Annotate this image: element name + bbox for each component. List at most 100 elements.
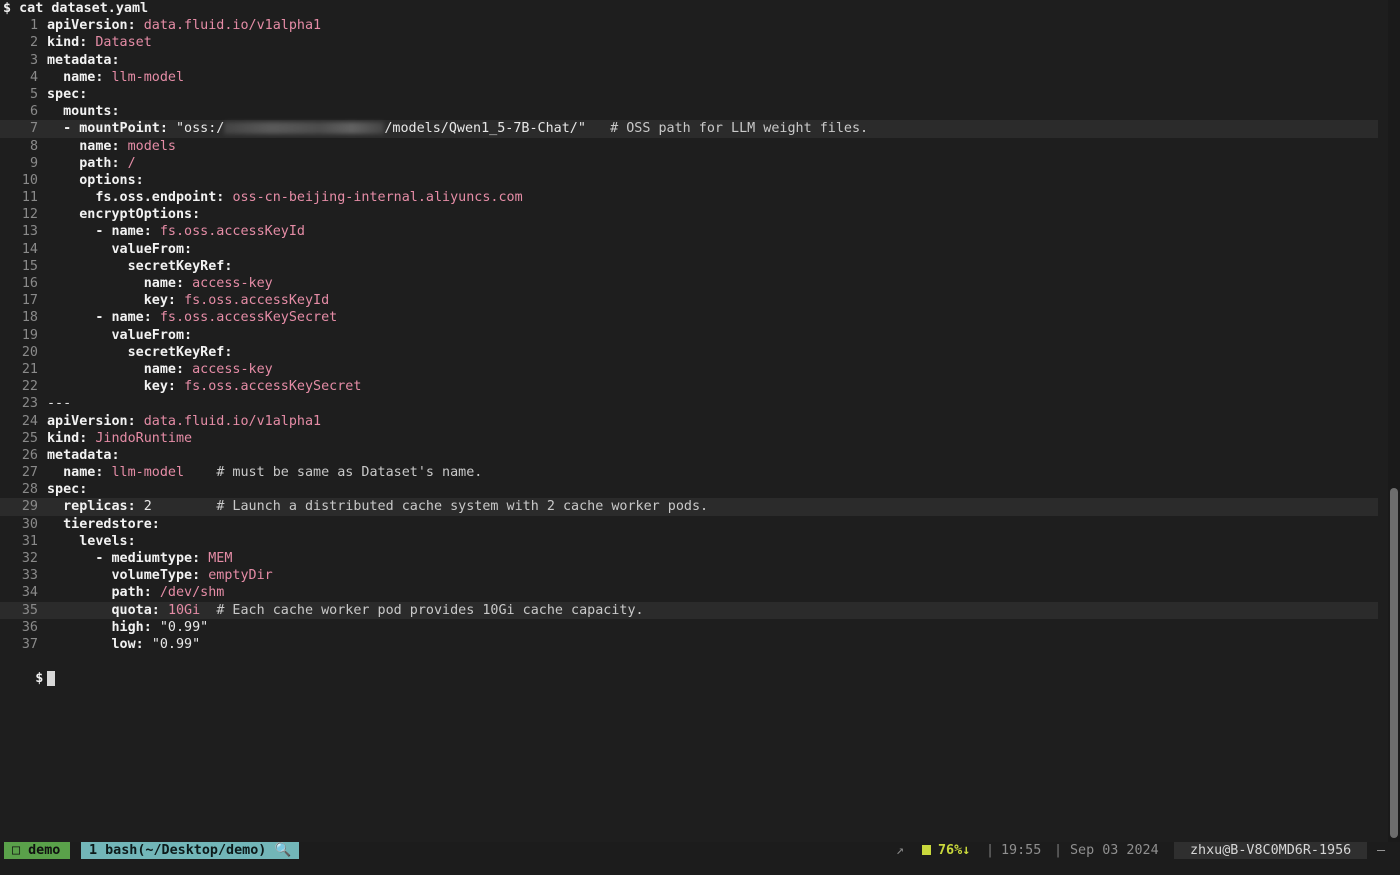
session-name[interactable]: □ demo <box>4 842 71 859</box>
yaml-key: encryptOptions: <box>79 207 201 223</box>
battery-icon <box>922 845 931 855</box>
yaml-key: name: <box>79 138 120 154</box>
line-number: 3 <box>29 52 38 68</box>
code-line: 10 options: <box>0 172 1388 189</box>
yaml-key: key: <box>143 379 176 395</box>
code-line: 31 levels: <box>0 533 1388 550</box>
yaml-key: apiVersion: <box>47 413 136 429</box>
code-line: 4 name: llm-model <box>0 69 1388 86</box>
yaml-token <box>47 173 79 188</box>
yaml-token <box>120 139 128 154</box>
yaml-token <box>136 18 144 33</box>
yaml-token: "0.99" <box>151 636 201 652</box>
window-tab[interactable]: 1 bash(~/Desktop/demo) 🔍 <box>81 842 300 859</box>
yaml-token <box>184 276 192 291</box>
yaml-token <box>47 568 112 583</box>
yaml-token <box>144 637 152 652</box>
code-line: 26 metadata: <box>0 447 1388 464</box>
line-number: 26 <box>21 447 38 463</box>
yaml-token <box>47 499 63 514</box>
line-number: 1 <box>29 18 38 34</box>
yaml-token <box>47 310 95 325</box>
line-number: 8 <box>29 138 38 154</box>
code-line: 32 - mediumtype: MEM <box>0 550 1388 567</box>
code-line: 37 low: "0.99" <box>0 636 1388 653</box>
arrow-icon: ↗ <box>896 843 905 858</box>
yaml-token: fs.oss.accessKeySecret <box>159 310 338 326</box>
line-number: 37 <box>21 636 38 652</box>
yaml-token <box>47 70 63 85</box>
code-line: 27 name: llm-model # must be same as Dat… <box>0 464 1388 481</box>
code-line: 1 apiVersion: data.fluid.io/v1alpha1 <box>0 17 1388 34</box>
yaml-token: "0.99" <box>159 619 209 635</box>
code-line: 5 spec: <box>0 86 1388 103</box>
yaml-key: fs.oss.endpoint: <box>95 190 225 206</box>
yaml-key: low: <box>111 636 144 652</box>
code-line: 20 secretKeyRef: <box>0 344 1388 361</box>
yaml-token <box>168 121 176 136</box>
shell-prompt[interactable]: $ <box>0 653 1388 686</box>
code-line: 22 key: fs.oss.accessKeySecret <box>0 378 1388 395</box>
terminal-window[interactable]: $ cat dataset.yaml 1 apiVersion: data.flu… <box>0 0 1388 842</box>
code-line: 3 metadata: <box>0 52 1388 69</box>
yaml-token <box>47 637 112 652</box>
yaml-key: quota: <box>111 602 160 618</box>
yaml-token: access-key <box>192 276 273 291</box>
line-number: 12 <box>21 207 38 223</box>
line-number: 13 <box>21 224 38 240</box>
scrollbar-thumb[interactable] <box>1390 488 1398 838</box>
line-number: 10 <box>21 172 38 188</box>
code-line: 21 name: access-key <box>0 361 1388 378</box>
scrollbar[interactable] <box>1388 0 1400 842</box>
yaml-token <box>152 310 160 325</box>
yaml-comment: # Launch a distributed cache system with… <box>216 499 709 515</box>
yaml-token <box>47 517 63 532</box>
yaml-token <box>47 328 112 343</box>
yaml-token <box>120 156 128 171</box>
yaml-token: MEM <box>208 551 233 566</box>
code-line: 6 mounts: <box>0 103 1388 120</box>
line-number: 33 <box>21 568 38 584</box>
line-number: 24 <box>21 413 38 429</box>
battery-level: 76%↓ <box>938 843 971 858</box>
text-cursor <box>47 670 56 686</box>
line-number: 16 <box>21 276 38 291</box>
yaml-token: oss-cn-beijing-internal.aliyuncs.com <box>232 190 523 206</box>
line-number: 7 <box>29 121 38 137</box>
yaml-token: JindoRuntime <box>95 430 193 446</box>
yaml-token <box>47 293 144 308</box>
yaml-token <box>47 224 95 239</box>
yaml-token <box>47 345 128 360</box>
line-number: 15 <box>21 258 38 274</box>
line-number: 17 <box>21 293 38 309</box>
yaml-token: data.fluid.io/v1alpha1 <box>143 18 322 34</box>
yaml-key: key: <box>143 293 176 309</box>
yaml-token <box>47 207 79 222</box>
line-number: 4 <box>29 69 38 85</box>
yaml-token: models <box>127 138 176 154</box>
yaml-token: llm-model <box>111 465 185 481</box>
yaml-key: options: <box>79 172 144 188</box>
yaml-key: - name: <box>95 224 152 240</box>
yaml-key: metadata: <box>47 447 120 463</box>
yaml-token <box>47 242 112 257</box>
yaml-key: valueFrom: <box>111 327 193 343</box>
code-line: 8 name: models <box>0 138 1388 155</box>
line-number: 19 <box>21 327 38 343</box>
yaml-token <box>176 379 184 394</box>
tmux-status-bar: □ demo 1 bash(~/Desktop/demo) 🔍 ↗ 76%↓ |… <box>0 842 1400 875</box>
prompt-symbol: $ <box>35 671 44 687</box>
yaml-key: tieredstore: <box>63 516 160 532</box>
yaml-token <box>152 224 160 239</box>
yaml-key: secretKeyRef: <box>127 344 233 360</box>
yaml-token: --- <box>47 396 72 412</box>
yaml-key: name: <box>63 465 104 481</box>
yaml-token <box>47 104 63 119</box>
yaml-token <box>152 499 217 514</box>
yaml-token: access-key <box>192 361 273 377</box>
code-line: 35 quota: 10Gi # Each cache worker pod p… <box>0 601 1378 619</box>
yaml-content: 1 apiVersion: data.fluid.io/v1alpha1 2 kind… <box>0 17 1388 653</box>
code-line: 30 tieredstore: <box>0 516 1388 533</box>
yaml-key: levels: <box>79 533 136 549</box>
line-number: 20 <box>21 344 38 360</box>
